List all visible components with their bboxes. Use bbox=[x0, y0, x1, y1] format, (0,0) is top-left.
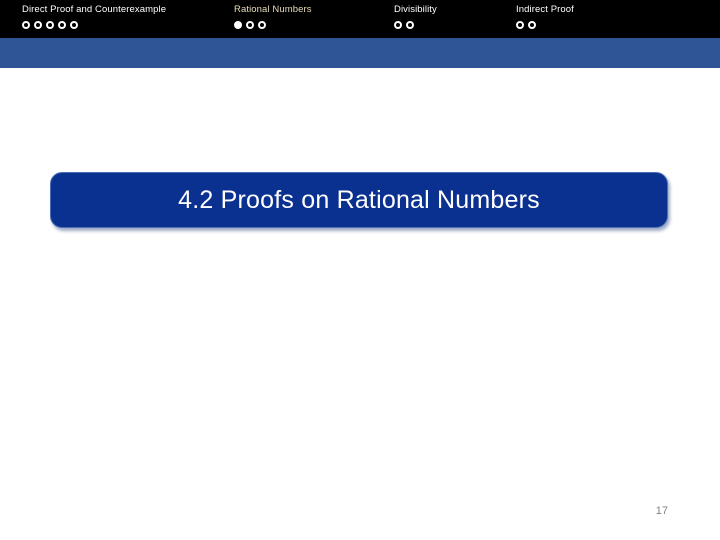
nav-section-direct-proof-and-counterexample[interactable]: Direct Proof and Counterexample bbox=[22, 0, 222, 38]
section-navigation-bar: Direct Proof and Counterexample Rational… bbox=[0, 0, 720, 38]
nav-section-progress-dots bbox=[22, 21, 78, 29]
progress-dot-icon[interactable] bbox=[258, 21, 266, 29]
progress-dot-filled-icon[interactable] bbox=[234, 21, 242, 29]
progress-dot-icon[interactable] bbox=[246, 21, 254, 29]
nav-section-label: Direct Proof and Counterexample bbox=[22, 4, 167, 15]
progress-dot-icon[interactable] bbox=[528, 21, 536, 29]
nav-section-rational-numbers[interactable]: Rational Numbers bbox=[234, 0, 384, 38]
nav-section-label: Divisibility bbox=[394, 4, 437, 15]
accent-band bbox=[0, 38, 720, 68]
nav-section-progress-dots bbox=[234, 21, 266, 29]
progress-dot-icon[interactable] bbox=[70, 21, 78, 29]
progress-dot-icon[interactable] bbox=[58, 21, 66, 29]
slide-title: 4.2 Proofs on Rational Numbers bbox=[178, 186, 540, 214]
progress-dot-icon[interactable] bbox=[46, 21, 54, 29]
progress-dot-icon[interactable] bbox=[516, 21, 524, 29]
nav-section-progress-dots bbox=[394, 21, 414, 29]
slide: Direct Proof and Counterexample Rational… bbox=[0, 0, 720, 540]
slide-content-area bbox=[50, 240, 668, 485]
nav-section-progress-dots bbox=[516, 21, 536, 29]
nav-section-indirect-proof[interactable]: Indirect Proof bbox=[516, 0, 636, 38]
progress-dot-icon[interactable] bbox=[22, 21, 30, 29]
progress-dot-icon[interactable] bbox=[34, 21, 42, 29]
nav-section-label: Indirect Proof bbox=[516, 4, 574, 15]
page-number: 17 bbox=[655, 505, 668, 517]
nav-section-label: Rational Numbers bbox=[234, 4, 312, 15]
nav-section-divisibility[interactable]: Divisibility bbox=[394, 0, 504, 38]
progress-dot-icon[interactable] bbox=[406, 21, 414, 29]
progress-dot-icon[interactable] bbox=[394, 21, 402, 29]
slide-title-banner: 4.2 Proofs on Rational Numbers bbox=[50, 172, 668, 228]
